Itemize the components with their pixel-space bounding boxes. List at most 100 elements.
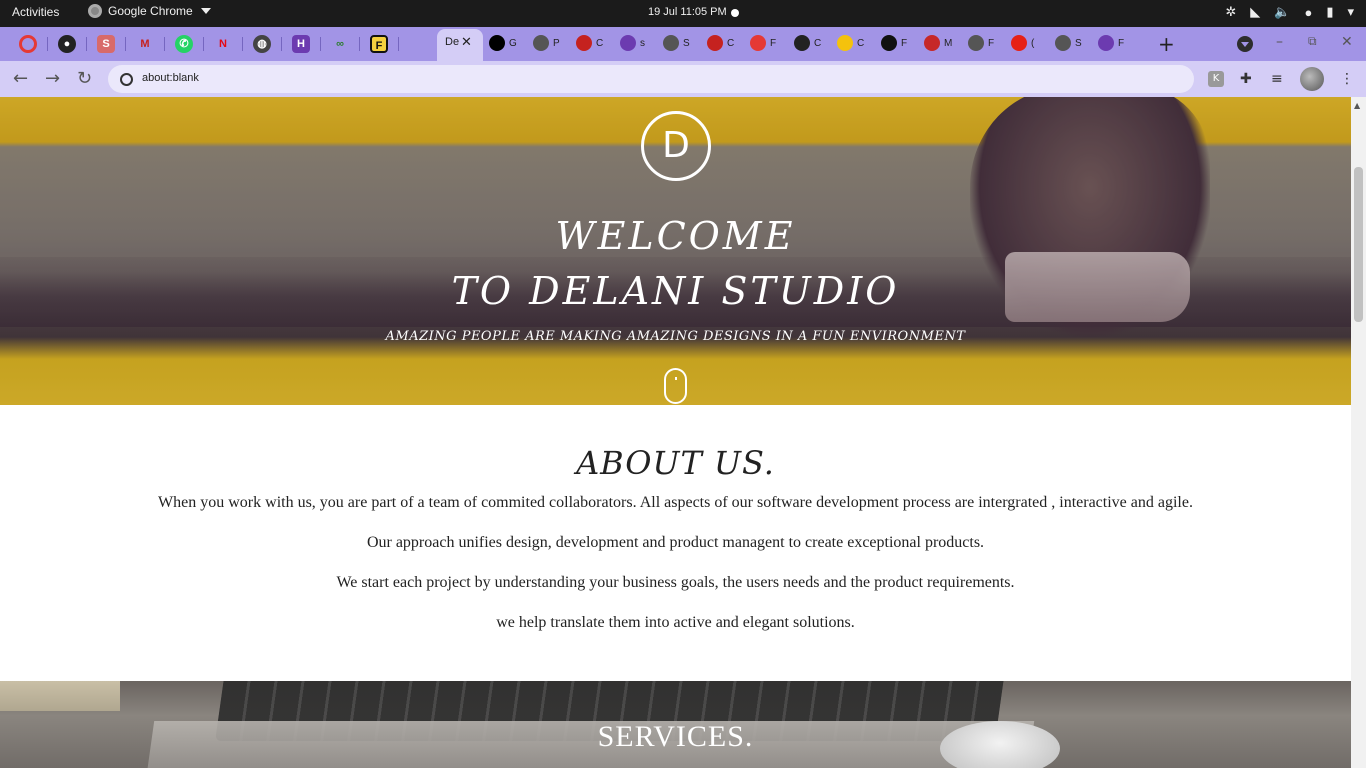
site-info-icon[interactable] [120, 73, 133, 86]
minimize-icon[interactable]: – [1276, 34, 1283, 50]
about-paragraph: We start each project by understanding y… [336, 574, 1015, 591]
system-menu-chevron-icon[interactable]: ▾ [1347, 4, 1354, 20]
tab-close-icon[interactable]: ✕ [461, 35, 472, 50]
tab-item[interactable]: C [707, 35, 734, 53]
pinned-tab-gmail-icon[interactable]: M [136, 35, 154, 53]
tab-item[interactable]: S [663, 35, 690, 53]
globe-icon [968, 35, 984, 51]
gmail-icon [576, 35, 592, 51]
microphone-icon[interactable]: ● [1304, 5, 1312, 20]
forward-icon[interactable]: → [45, 68, 60, 89]
page-scrollbar[interactable]: ▲ [1351, 97, 1366, 768]
hero-section: D WELCOME TO DELANI STUDIO AMAZING PEOPL… [0, 97, 1351, 405]
clock[interactable]: 19 Jul 11:05 PM [648, 6, 727, 18]
pinned-tab-ring-icon[interactable] [19, 35, 37, 53]
tab-title: F [901, 37, 908, 49]
scrollbar-thumb[interactable] [1354, 167, 1363, 322]
heroku-icon [1098, 35, 1114, 51]
tab-title: S [683, 37, 690, 49]
scroll-down-mouse-icon[interactable] [664, 368, 687, 404]
system-top-bar: Activities Google Chrome 19 Jul 11:05 PM… [0, 0, 1366, 27]
services-phone-image [0, 681, 120, 711]
back-icon[interactable]: ← [13, 68, 28, 89]
tab-title: F [988, 37, 995, 49]
tab-item[interactable]: F [750, 35, 776, 53]
tab-item[interactable]: C [576, 35, 603, 53]
slack-icon[interactable]: ✲ [1225, 4, 1236, 20]
tab-separator [164, 37, 165, 51]
about-paragraph: we help translate them into active and e… [496, 614, 855, 631]
battery-icon[interactable]: ▮ [1326, 4, 1333, 20]
wordpress-icon [881, 35, 897, 51]
pinned-tab-f-icon[interactable]: F [370, 35, 388, 53]
globe-icon [1055, 35, 1071, 51]
tab-item[interactable]: F [881, 35, 907, 53]
tab-title: M [944, 37, 953, 49]
scroll-up-arrow-icon[interactable]: ▲ [1354, 101, 1360, 110]
tab-item[interactable]: G [489, 35, 517, 53]
tab-separator [359, 37, 360, 51]
globe-icon [533, 35, 549, 51]
tab-item[interactable]: C [837, 35, 864, 53]
tab-title: F [770, 37, 777, 49]
tab-title: C [814, 37, 822, 49]
profile-avatar[interactable] [1300, 67, 1324, 91]
wifi-icon[interactable]: ◣ [1250, 4, 1260, 20]
ring-icon [750, 35, 766, 51]
extensions-puzzle-icon[interactable]: ✚ [1240, 71, 1252, 87]
chevron-down-icon [200, 8, 211, 14]
app-menu[interactable]: Google Chrome [88, 4, 211, 18]
tab-separator [281, 37, 282, 51]
pinned-tab-netflix-icon[interactable]: N [214, 35, 232, 53]
url-text[interactable]: about:blank [142, 72, 199, 84]
logo[interactable]: D [641, 111, 711, 181]
services-title: SERVICES. [597, 720, 754, 753]
page-viewport: D WELCOME TO DELANI STUDIO AMAZING PEOPL… [0, 97, 1351, 768]
extension-k-icon[interactable]: K [1208, 71, 1224, 87]
keep-icon [837, 35, 853, 51]
tab-item[interactable]: S [1055, 35, 1082, 53]
address-bar[interactable]: about:blank [108, 65, 1194, 93]
tab-item[interactable]: F [1098, 35, 1124, 53]
tab-item[interactable]: P [533, 35, 560, 53]
pinned-tab-infinity-icon[interactable]: ∞ [331, 35, 349, 53]
hero-title-line1: WELCOME [555, 214, 796, 258]
tab-search-icon[interactable] [1237, 36, 1253, 52]
tab-separator [203, 37, 204, 51]
pinned-tab-heroku-icon[interactable]: H [292, 35, 310, 53]
tab-title: s [640, 37, 645, 49]
m-icon [924, 35, 940, 51]
kebab-menu-icon[interactable]: ⋮ [1340, 71, 1354, 87]
about-title: ABOUT US. [576, 444, 775, 482]
tab-item[interactable]: C [794, 35, 821, 53]
tab-separator [86, 37, 87, 51]
tab-separator [47, 37, 48, 51]
about-paragraph: Our approach unifies design, development… [366, 534, 985, 551]
notification-dot-icon [731, 9, 739, 17]
tab-title: ( [1031, 37, 1035, 49]
close-window-icon[interactable]: ✕ [1341, 34, 1353, 50]
tab-item[interactable]: M [924, 35, 952, 53]
new-tab-button[interactable]: + [1158, 32, 1175, 56]
volume-icon[interactable]: 🔈 [1274, 4, 1290, 20]
pinned-tab-globe-icon[interactable]: ◍ [253, 35, 271, 53]
tab-item[interactable]: F [968, 35, 994, 53]
browser-toolbar: ← → ↻ about:blank K ✚ ≡ ⋮ [0, 61, 1366, 97]
reload-icon[interactable]: ↻ [77, 68, 92, 89]
activities-button[interactable]: Activities [12, 5, 59, 19]
pinned-tab-github-icon[interactable]: ● [58, 35, 76, 53]
pinned-tab-pattern-icon[interactable]: S [97, 35, 115, 53]
tab-item[interactable]: s [620, 35, 645, 53]
tab-active[interactable]: De ✕ [437, 29, 483, 61]
tab-title: De [445, 36, 460, 48]
globe-icon [663, 35, 679, 51]
github-icon [794, 35, 810, 51]
mouse-wheel [675, 377, 677, 380]
tab-item[interactable]: ( [1011, 35, 1034, 53]
system-tray[interactable]: ✲ ◣ 🔈 ● ▮ ▾ [1225, 4, 1354, 20]
media-control-icon[interactable]: ≡ [1271, 71, 1283, 87]
restore-icon[interactable]: ⧉ [1308, 34, 1317, 49]
pinned-tab-whatsapp-icon[interactable]: ✆ [175, 35, 193, 53]
youtube-icon [1011, 35, 1027, 51]
tab-title: G [509, 37, 517, 49]
